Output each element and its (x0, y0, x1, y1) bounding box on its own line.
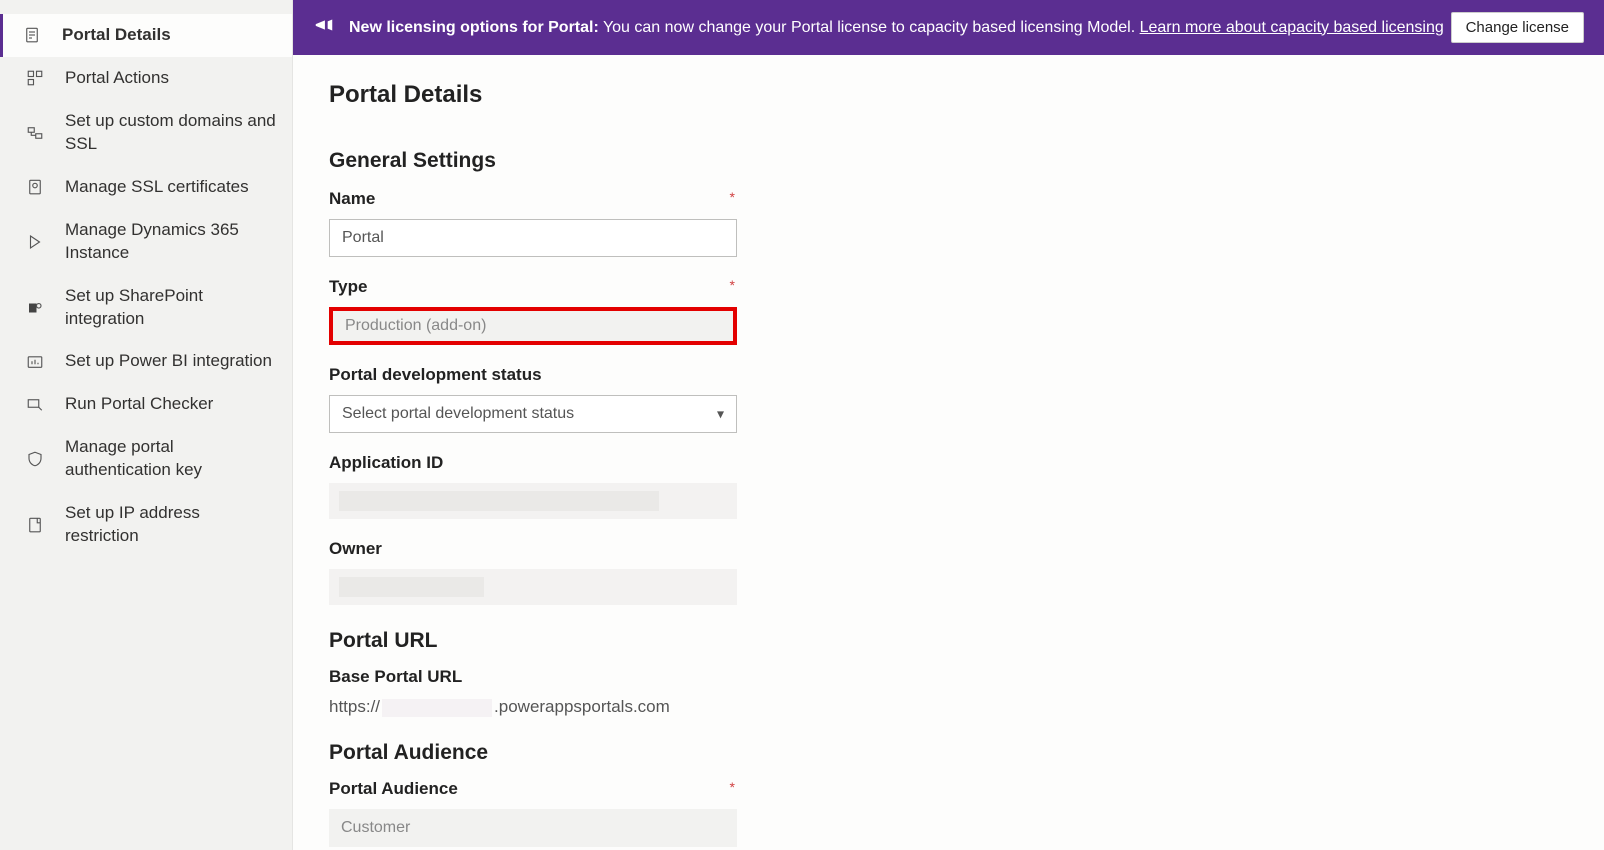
sidebar-item-ssl-certificates[interactable]: Manage SSL certificates (0, 166, 292, 209)
type-label: Type (329, 277, 367, 297)
content-scroll[interactable]: Portal Details General Settings Name * P… (293, 55, 1604, 850)
owner-label: Owner (329, 539, 739, 559)
audience-label: Portal Audience (329, 779, 458, 799)
audience-input: Customer (329, 809, 737, 847)
dynamics-icon (21, 233, 49, 251)
name-label: Name (329, 189, 375, 209)
sidebar-item-label: Set up SharePoint integration (65, 285, 276, 331)
sidebar-item-dynamics-instance[interactable]: Manage Dynamics 365 Instance (0, 209, 292, 275)
name-field-row: Name * Portal (329, 189, 739, 257)
portal-audience-heading: Portal Audience (329, 741, 1568, 765)
change-license-button[interactable]: Change license (1451, 12, 1584, 43)
actions-icon (21, 69, 49, 87)
type-value: Production (add-on) (345, 317, 486, 335)
app-id-value (329, 483, 737, 519)
sidebar-item-label: Manage Dynamics 365 Instance (65, 219, 276, 265)
sharepoint-icon (21, 299, 49, 317)
dev-status-placeholder: Select portal development status (342, 405, 574, 423)
sidebar-item-label: Portal Details (62, 24, 276, 47)
shield-icon (21, 450, 49, 468)
page-title: Portal Details (329, 81, 1568, 109)
sidebar-item-label: Portal Actions (65, 67, 276, 90)
portal-url-heading: Portal URL (329, 629, 1568, 653)
checker-icon (21, 396, 49, 414)
audience-value: Customer (341, 819, 410, 837)
base-url-label: Base Portal URL (329, 667, 739, 687)
app-id-label: Application ID (329, 453, 739, 473)
sidebar-item-custom-domains[interactable]: Set up custom domains and SSL (0, 100, 292, 166)
type-field-row: Type * Production (add-on) (329, 277, 739, 345)
main-area: New licensing options for Portal: You ca… (293, 0, 1604, 850)
type-input: Production (add-on) (329, 307, 737, 345)
owner-value (329, 569, 737, 605)
sidebar-item-auth-key[interactable]: Manage portal authentication key (0, 426, 292, 492)
certificate-icon (21, 178, 49, 196)
banner-rest: You can now change your Portal license t… (599, 19, 1140, 36)
banner-link[interactable]: Learn more about capacity based licensin… (1140, 19, 1444, 36)
sidebar-item-label: Set up Power BI integration (65, 350, 276, 373)
sidebar-item-portal-details[interactable]: Portal Details (0, 14, 292, 57)
owner-row: Owner (329, 539, 739, 605)
chart-icon (21, 353, 49, 371)
sidebar-item-label: Set up custom domains and SSL (65, 110, 276, 156)
sidebar-item-ip-restriction[interactable]: Set up IP address restriction (0, 492, 292, 558)
base-url-row: Base Portal URL https:// .powerappsportal… (329, 667, 739, 717)
megaphone-icon (313, 14, 335, 41)
sidebar-item-label: Manage SSL certificates (65, 176, 276, 199)
ip-icon (21, 516, 49, 534)
name-input[interactable]: Portal (329, 219, 737, 257)
name-value: Portal (342, 229, 384, 247)
dev-status-row: Portal development status Select portal … (329, 365, 739, 433)
url-mask (382, 699, 492, 717)
document-icon (18, 26, 46, 44)
sidebar-item-sharepoint[interactable]: Set up SharePoint integration (0, 275, 292, 341)
banner-bold: New licensing options for Portal: (349, 19, 599, 36)
domain-icon (21, 124, 49, 142)
general-settings-heading: General Settings (329, 149, 1568, 173)
url-prefix: https:// (329, 697, 380, 716)
app-id-row: Application ID (329, 453, 739, 519)
required-marker: * (730, 189, 739, 205)
sidebar-item-label: Run Portal Checker (65, 393, 276, 416)
sidebar: Portal Details Portal Actions Set up cus… (0, 0, 293, 850)
dev-status-select[interactable]: Select portal development status (329, 395, 737, 433)
sidebar-item-powerbi[interactable]: Set up Power BI integration (0, 340, 292, 383)
audience-row: Portal Audience * Customer (329, 779, 739, 847)
sidebar-item-label: Manage portal authentication key (65, 436, 276, 482)
url-suffix: .powerappsportals.com (494, 697, 670, 716)
sidebar-item-portal-actions[interactable]: Portal Actions (0, 57, 292, 100)
base-url-value: https:// .powerappsportals.com (329, 697, 739, 717)
required-marker: * (730, 277, 739, 293)
required-marker: * (730, 779, 739, 795)
banner-text: New licensing options for Portal: You ca… (349, 19, 1444, 37)
sidebar-item-label: Set up IP address restriction (65, 502, 276, 548)
dev-status-label: Portal development status (329, 365, 739, 385)
licensing-banner: New licensing options for Portal: You ca… (293, 0, 1604, 55)
sidebar-item-portal-checker[interactable]: Run Portal Checker (0, 383, 292, 426)
